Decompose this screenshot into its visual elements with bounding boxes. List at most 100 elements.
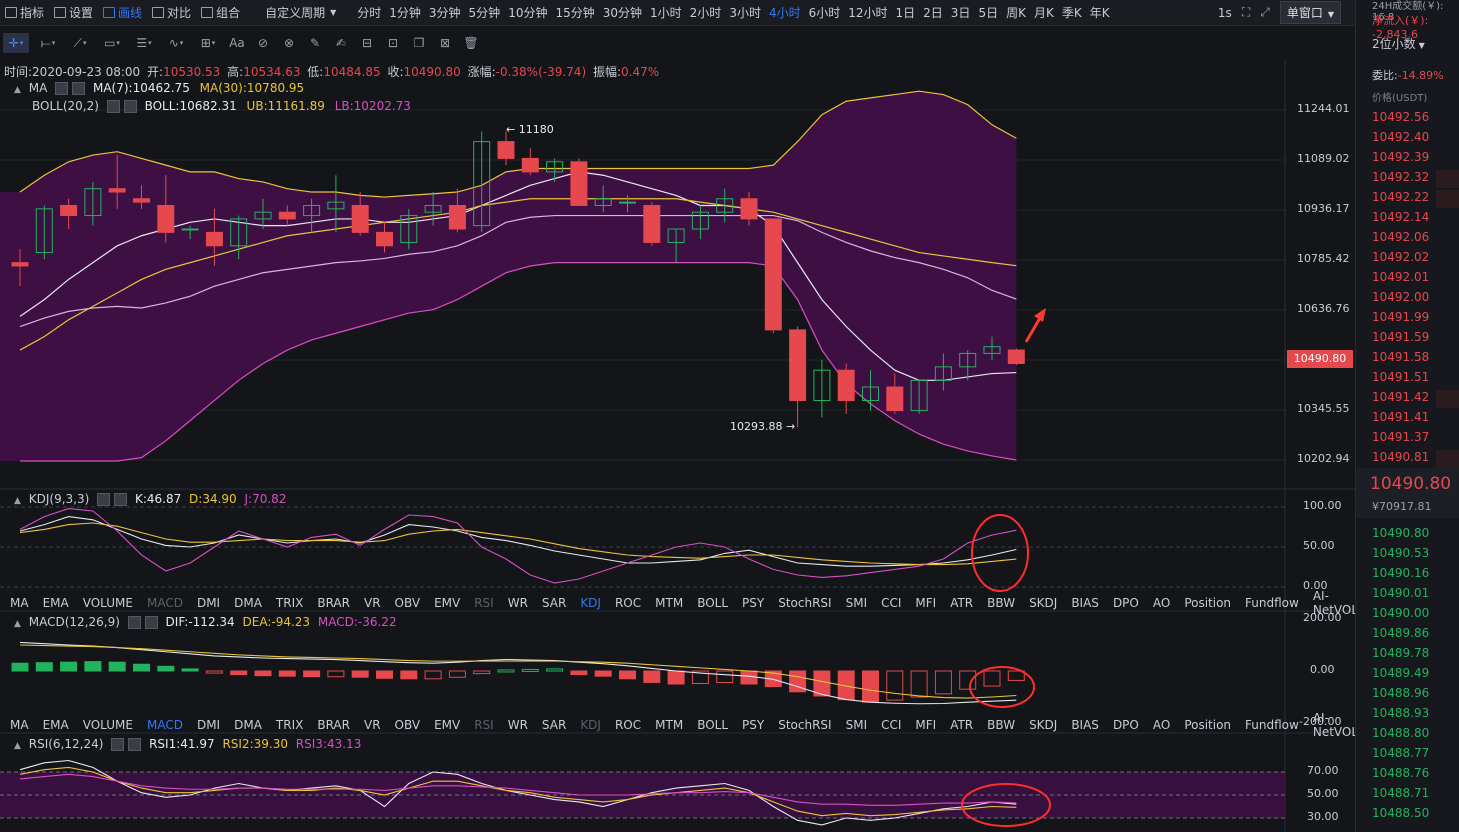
indicator-tab-brar[interactable]: BRAR [317, 596, 350, 610]
indicator-tab-rsi[interactable]: RSI [474, 718, 494, 732]
bid-price[interactable]: 10488.80 [1372, 726, 1429, 740]
bid-price[interactable]: 10488.76 [1372, 766, 1429, 780]
indicator-tab-smi[interactable]: SMI [846, 718, 868, 732]
period-3[interactable]: 5分钟 [469, 4, 501, 21]
bid-price[interactable]: 10490.16 [1372, 566, 1429, 580]
indicator-tab-ao[interactable]: AO [1153, 596, 1170, 610]
settings-icon[interactable] [97, 493, 111, 506]
close-icon[interactable] [144, 616, 158, 629]
indicator-tab-skdj[interactable]: SKDJ [1029, 596, 1057, 610]
ask-price[interactable]: 10492.06 [1372, 230, 1429, 244]
indicator-tab-dma[interactable]: DMA [234, 718, 262, 732]
indicator-tab-sar[interactable]: SAR [542, 718, 566, 732]
close-icon[interactable] [72, 82, 86, 95]
period-10[interactable]: 4小时 [769, 4, 801, 21]
ask-price[interactable]: 10492.14 [1372, 210, 1429, 224]
indicator-tab-stochrsi[interactable]: StochRSI [778, 596, 831, 610]
indicator-tab-macd[interactable]: MACD [147, 718, 183, 732]
brush-icon[interactable]: ✍ [331, 33, 351, 53]
period-15[interactable]: 3日 [951, 4, 971, 21]
period-4[interactable]: 10分钟 [508, 4, 547, 21]
indicator-tab-position[interactable]: Position [1184, 718, 1231, 732]
close-icon[interactable] [123, 100, 137, 113]
toolbar-pencil-button[interactable]: 画线 [103, 4, 142, 21]
ask-price[interactable]: 10492.00 [1372, 290, 1429, 304]
indicator-tab-kdj[interactable]: KDJ [580, 596, 601, 610]
indicator-tab-position[interactable]: Position [1184, 596, 1231, 610]
close-icon[interactable] [128, 738, 142, 751]
ask-price[interactable]: 10491.58 [1372, 350, 1429, 364]
toolbar-gear-button[interactable]: 设置 [54, 4, 93, 21]
period-12[interactable]: 12小时 [848, 4, 887, 21]
indicator-tab-roc[interactable]: ROC [615, 596, 641, 610]
indicator-tab-ema[interactable]: EMA [43, 596, 69, 610]
bid-price[interactable]: 10489.78 [1372, 646, 1429, 660]
bid-price[interactable]: 10489.49 [1372, 666, 1429, 680]
indicator-tab-bias[interactable]: BIAS [1071, 718, 1099, 732]
ask-price[interactable]: 10492.39 [1372, 150, 1429, 164]
indicator-tab-obv[interactable]: OBV [395, 596, 421, 610]
indicator-tab-cci[interactable]: CCI [881, 596, 901, 610]
trash-icon[interactable]: 🗑 [461, 33, 481, 53]
period-1[interactable]: 1分钟 [389, 4, 421, 21]
fibonacci-icon[interactable]: ⊘ [253, 33, 273, 53]
ask-price[interactable]: 10492.22 [1372, 190, 1429, 204]
period-6[interactable]: 30分钟 [603, 4, 642, 21]
indicator-tab-ma[interactable]: MA [10, 718, 29, 732]
period-16[interactable]: 5日 [978, 4, 998, 21]
indicator-tab-volume[interactable]: VOLUME [83, 596, 133, 610]
rectangle-icon[interactable]: ▭ ▾ [99, 33, 125, 53]
indicator-tab-boll[interactable]: BOLL [697, 596, 728, 610]
interval-label[interactable]: 1s [1218, 6, 1232, 20]
expand-icon[interactable]: ⤢ [1260, 5, 1270, 20]
settings-icon[interactable] [111, 738, 125, 751]
chart-area[interactable]: 时间:2020-09-23 08:00 开:10530.53 高:10534.6… [0, 60, 1453, 832]
indicator-tab-volume[interactable]: VOLUME [83, 718, 133, 732]
indicator-tab-ao[interactable]: AO [1153, 718, 1170, 732]
indicator-tab-vr[interactable]: VR [364, 596, 381, 610]
period-20[interactable]: 年K [1090, 4, 1110, 21]
text-icon[interactable]: Aa [227, 33, 247, 53]
window-mode-select[interactable]: 单窗口 ▼ [1279, 1, 1341, 24]
bid-price[interactable]: 10489.86 [1372, 626, 1429, 640]
ask-price[interactable]: 10491.99 [1372, 310, 1429, 324]
indicator-tab-bias[interactable]: BIAS [1071, 596, 1099, 610]
indicator-tab-fundflow[interactable]: Fundflow [1245, 718, 1299, 732]
indicator-tab-ma[interactable]: MA [10, 596, 29, 610]
indicator-tab-mfi[interactable]: MFI [915, 596, 936, 610]
parallel-channel-icon[interactable]: ☰ ▾ [131, 33, 157, 53]
ask-price[interactable]: 10491.51 [1372, 370, 1429, 384]
indicator-tab-trix[interactable]: TRIX [276, 718, 303, 732]
bid-price[interactable]: 10488.71 [1372, 786, 1429, 800]
indicator-tab-psy[interactable]: PSY [742, 596, 764, 610]
lock-icon[interactable]: ⊡ [383, 33, 403, 53]
indicator-tab-atr[interactable]: ATR [950, 718, 973, 732]
period-11[interactable]: 6小时 [809, 4, 841, 21]
bid-price[interactable]: 10490.00 [1372, 606, 1429, 620]
indicator-tab-dpo[interactable]: DPO [1113, 596, 1139, 610]
indicator-tab-atr[interactable]: ATR [950, 596, 973, 610]
ask-price[interactable]: 10491.37 [1372, 430, 1429, 444]
bid-price[interactable]: 10490.01 [1372, 586, 1429, 600]
indicator-tab-kdj[interactable]: KDJ [580, 718, 601, 732]
indicator-tab-trix[interactable]: TRIX [276, 596, 303, 610]
horizontal-line-icon[interactable]: ⟝ ▾ [35, 33, 61, 53]
indicator-tab-wr[interactable]: WR [508, 596, 528, 610]
indicator-tab-sar[interactable]: SAR [542, 596, 566, 610]
hide-icon[interactable]: ⊠ [435, 33, 455, 53]
close-icon[interactable] [114, 493, 128, 506]
bid-price[interactable]: 10490.53 [1372, 546, 1429, 560]
wave-icon[interactable]: ∿ ▾ [163, 33, 189, 53]
indicator-tab-brar[interactable]: BRAR [317, 718, 350, 732]
indicator-tab-roc[interactable]: ROC [615, 718, 641, 732]
pattern-icon[interactable]: ⊗ [279, 33, 299, 53]
indicator-tab-vr[interactable]: VR [364, 718, 381, 732]
ask-price[interactable]: 10491.59 [1372, 330, 1429, 344]
indicator-tab-cci[interactable]: CCI [881, 718, 901, 732]
settings-icon[interactable] [127, 616, 141, 629]
ask-price[interactable]: 10492.32 [1372, 170, 1429, 184]
period-18[interactable]: 月K [1034, 4, 1054, 21]
indicator-tab-dma[interactable]: DMA [234, 596, 262, 610]
settings-icon[interactable] [106, 100, 120, 113]
period-2[interactable]: 3分钟 [429, 4, 461, 21]
